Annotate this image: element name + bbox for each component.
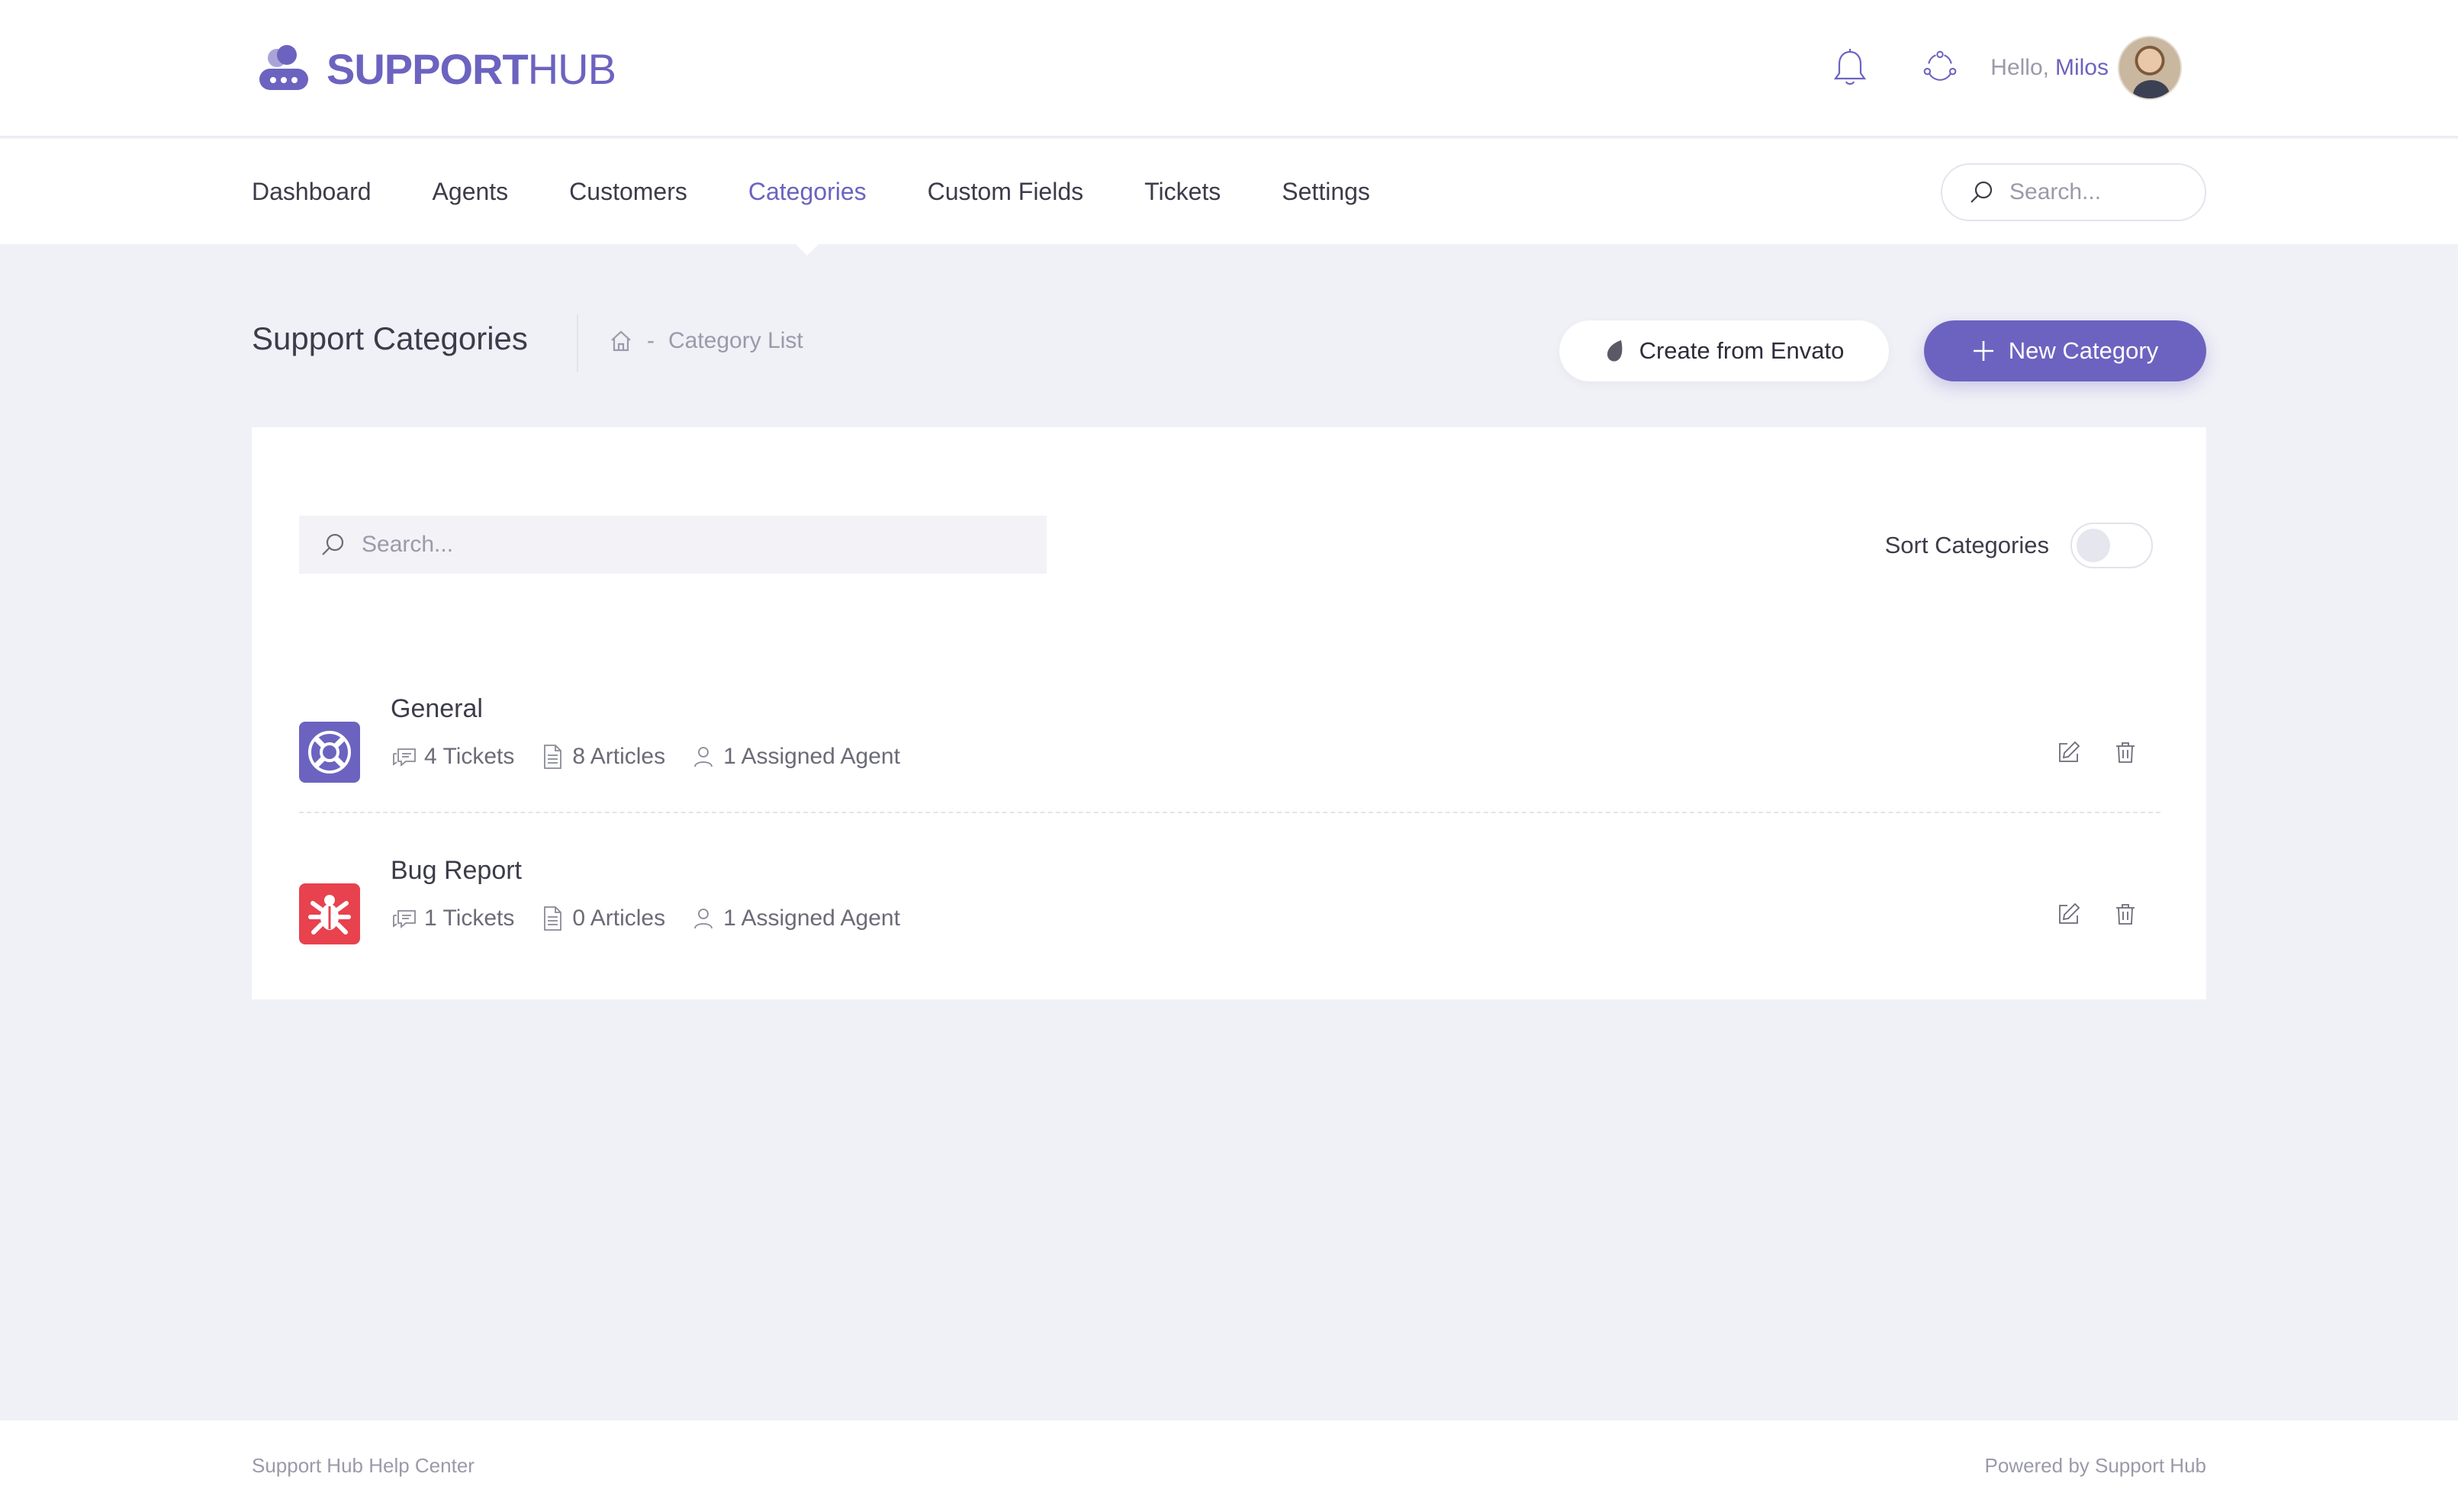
chat-bubbles-icon xyxy=(393,748,416,767)
trash-icon xyxy=(2116,904,2135,925)
row-actions xyxy=(2028,737,2141,767)
new-category-button[interactable]: New Category xyxy=(1924,320,2206,381)
title-divider xyxy=(577,314,578,372)
nav-item-customers[interactable]: Customers xyxy=(569,178,687,206)
category-name[interactable]: Bug Report xyxy=(391,856,522,886)
support-hub-logo-icon xyxy=(259,45,308,90)
sort-categories-label: Sort Categories xyxy=(1884,532,2049,558)
edit-button[interactable] xyxy=(2054,737,2084,767)
delete-button[interactable] xyxy=(2110,899,2141,929)
chat-bubbles-icon xyxy=(393,910,416,928)
brand-logo[interactable]: SUPPORTHUB xyxy=(256,40,616,98)
top-header: SUPPORTHUB Hello, Milos xyxy=(0,0,2458,137)
edit-icon xyxy=(2059,741,2080,762)
lifebuoy-icon xyxy=(308,731,351,774)
user-icon xyxy=(694,747,713,767)
category-icon xyxy=(299,883,360,944)
category-search-input[interactable] xyxy=(362,532,1033,558)
user-icon xyxy=(694,909,713,929)
nav-item-custom-fields[interactable]: Custom Fields xyxy=(928,178,1084,206)
hub-button[interactable] xyxy=(1920,47,1960,89)
main-navigation: Dashboard Agents Customers Categories Cu… xyxy=(0,139,2458,256)
category-meta: 4 Tickets 8 Articles 1 Assigned Agent xyxy=(391,743,925,770)
category-meta: 1 Tickets 0 Articles 1 Assigned Agent xyxy=(391,905,925,932)
plus-icon xyxy=(1973,341,1993,361)
breadcrumb: - Category List xyxy=(609,328,803,354)
bug-icon xyxy=(308,895,351,935)
article-count: 8 Articles xyxy=(539,743,665,770)
sort-categories-toggle[interactable] xyxy=(2070,523,2153,568)
breadcrumb-separator: - xyxy=(647,328,655,353)
ticket-count: 4 Tickets xyxy=(391,743,514,770)
footer-powered-by: Powered by Support Hub xyxy=(1984,1454,2206,1477)
brand-name: SUPPORTHUB xyxy=(327,44,616,93)
header-user-area: Hello, Milos xyxy=(1780,35,2182,101)
agent-count: 1 Assigned Agent xyxy=(690,743,900,770)
nav-item-tickets[interactable]: Tickets xyxy=(1144,178,1221,206)
category-icon xyxy=(299,722,360,783)
create-from-envato-button[interactable]: Create from Envato xyxy=(1559,320,1889,381)
document-icon xyxy=(544,745,562,769)
delete-button[interactable] xyxy=(2110,737,2141,767)
row-actions xyxy=(2028,899,2141,929)
nav-item-dashboard[interactable]: Dashboard xyxy=(252,178,372,206)
breadcrumb-current: Category List xyxy=(668,328,803,353)
list-item: General 4 Tickets 8 Articles 1 Assigned … xyxy=(299,664,2160,813)
document-icon xyxy=(544,906,562,931)
trash-icon xyxy=(2116,742,2135,763)
article-count: 0 Articles xyxy=(539,905,665,932)
ticket-count: 1 Tickets xyxy=(391,905,514,932)
agent-count: 1 Assigned Agent xyxy=(690,905,900,932)
bell-icon xyxy=(1834,49,1867,85)
global-search-input[interactable] xyxy=(2009,179,2200,205)
user-name[interactable]: Milos xyxy=(2055,55,2109,80)
nav-item-settings[interactable]: Settings xyxy=(1282,178,1370,206)
search-icon xyxy=(1971,181,1993,203)
envato-leaf-icon xyxy=(1607,340,1622,362)
edit-button[interactable] xyxy=(2054,899,2084,929)
search-icon xyxy=(322,533,344,555)
hub-network-icon xyxy=(1923,50,1957,81)
nav-item-categories[interactable]: Categories xyxy=(748,178,867,256)
footer-help-center-link[interactable]: Support Hub Help Center xyxy=(252,1454,475,1478)
notifications-button[interactable] xyxy=(1830,47,1870,89)
greeting: Hello, Milos xyxy=(1990,55,2109,80)
list-item: Bug Report 1 Tickets 0 Articles 1 Assign… xyxy=(299,825,2160,975)
category-search xyxy=(299,516,1047,574)
sort-categories: Sort Categories xyxy=(1885,522,2153,569)
nav-item-agents[interactable]: Agents xyxy=(433,178,509,206)
page-title: Support Categories xyxy=(252,320,528,356)
user-avatar[interactable] xyxy=(2118,36,2182,100)
footer: Support Hub Help Center Powered by Suppo… xyxy=(0,1420,2458,1512)
toggle-knob xyxy=(2077,529,2110,562)
global-search xyxy=(1941,163,2206,221)
category-name[interactable]: General xyxy=(391,694,483,724)
category-list-card: Sort Categories General 4 Ticke xyxy=(252,427,2206,999)
edit-icon xyxy=(2059,902,2080,924)
home-icon[interactable] xyxy=(609,329,633,353)
